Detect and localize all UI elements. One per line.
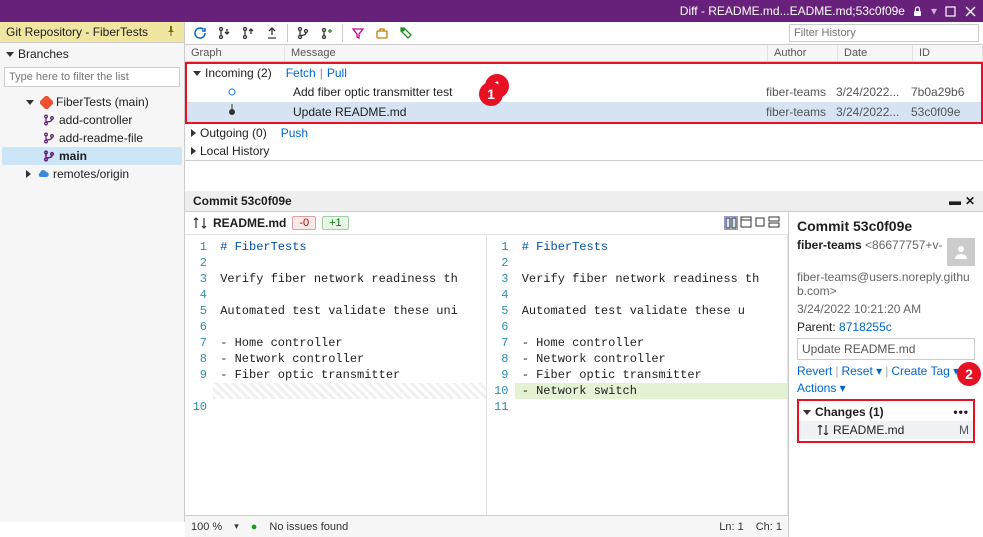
close-icon[interactable]: ✕ <box>965 194 975 208</box>
commit-row[interactable]: Add fiber optic transmitter test fiber-t… <box>187 82 981 102</box>
commit-actions: Revert| Reset ▾| Create Tag ▾ Actions ▾ … <box>797 364 975 395</box>
close-icon[interactable] <box>963 4 977 18</box>
branch-icon <box>42 113 56 127</box>
commit-row-selected[interactable]: Update README.md fiber-teams 3/24/2022..… <box>187 102 981 122</box>
branch-filter-input[interactable] <box>4 67 180 87</box>
col-indicator: Ch: 1 <box>756 521 782 533</box>
branch-add-controller[interactable]: add-controller <box>2 111 182 129</box>
status-bar: 100 %▾ ● No issues found Ln: 1 Ch: 1 <box>185 515 788 537</box>
reset-link[interactable]: Reset ▾ <box>841 364 882 378</box>
branch-tool-icon[interactable] <box>292 22 314 44</box>
branch-icon <box>42 149 56 163</box>
diff-tab-label: Diff - README.md...EADME.md;53c0f09e <box>680 4 905 18</box>
settings-icon[interactable] <box>768 216 780 230</box>
remotes-node[interactable]: remotes/origin <box>2 165 182 183</box>
commit-title: Commit 53c0f09e <box>797 218 975 234</box>
stash-icon[interactable] <box>371 22 393 44</box>
push-link[interactable]: Push <box>281 126 308 140</box>
compare-icon <box>193 217 207 229</box>
changes-box: Changes (1) ••• README.md M <box>797 399 975 443</box>
new-branch-icon[interactable] <box>316 22 338 44</box>
local-history-group[interactable]: Local History <box>185 142 983 161</box>
cloud-icon <box>36 167 50 181</box>
fetch-link[interactable]: Fetch <box>286 66 316 80</box>
zoom-level[interactable]: 100 % <box>191 521 222 533</box>
branches-header[interactable]: Branches <box>0 43 184 65</box>
branch-icon <box>42 131 56 145</box>
diff-viewer[interactable]: 12345678910 # FiberTests Verify fiber ne… <box>185 235 788 515</box>
create-tag-link[interactable]: Create Tag ▾ <box>891 364 959 378</box>
compare-icon <box>817 425 829 435</box>
git-icon <box>39 95 53 109</box>
filter-icon[interactable] <box>347 22 369 44</box>
line-indicator: Ln: 1 <box>719 521 743 533</box>
parent-link[interactable]: 8718255c <box>839 320 892 334</box>
branch-tree: FiberTests (main) add-controller add-rea… <box>0 89 184 187</box>
pull-link[interactable]: Pull <box>327 66 347 80</box>
incoming-group[interactable]: Incoming (2) Fetch | Pull <box>187 64 981 82</box>
diff-file-header: README.md -0 +1 <box>185 212 788 235</box>
annotation-2: 2 <box>957 362 981 386</box>
changed-file-row[interactable]: README.md M <box>799 421 973 439</box>
branch-add-readme[interactable]: add-readme-file <box>2 129 182 147</box>
actions-link[interactable]: Actions ▾ <box>797 381 846 395</box>
view-option-icon[interactable] <box>754 216 766 230</box>
issues-status[interactable]: No issues found <box>269 521 348 533</box>
commit-details-tab: Commit 53c0f09e ▬ ✕ <box>185 191 983 212</box>
refresh-icon[interactable] <box>189 22 211 44</box>
fetch-icon[interactable] <box>213 22 235 44</box>
commit-grid-header: Graph Message Author Date ID <box>185 45 983 62</box>
annotation-1: 1 <box>479 82 503 106</box>
titlebar: Diff - README.md...EADME.md;53c0f09e ▾ <box>0 0 983 22</box>
lock-icon <box>911 4 925 18</box>
diff-left-pane[interactable]: 12345678910 # FiberTests Verify fiber ne… <box>185 235 487 515</box>
incoming-highlight: Incoming (2) Fetch | Pull Add fiber opti… <box>185 62 983 124</box>
revert-link[interactable]: Revert <box>797 364 832 378</box>
removed-badge: -0 <box>292 216 316 230</box>
git-repository-panel: Git Repository - FiberTests Branches Fib… <box>0 22 185 522</box>
side-by-side-icon[interactable] <box>724 216 738 230</box>
branch-main[interactable]: main <box>2 147 182 165</box>
pin-icon[interactable] <box>166 26 178 38</box>
panel-tab[interactable]: Git Repository - FiberTests <box>0 22 184 43</box>
pull-icon[interactable] <box>237 22 259 44</box>
push-icon[interactable] <box>261 22 283 44</box>
added-badge: +1 <box>322 216 349 230</box>
maximize-icon[interactable] <box>943 4 957 18</box>
changes-header[interactable]: Changes (1) ••• <box>799 403 973 421</box>
file-status: M <box>959 423 969 437</box>
avatar <box>947 238 975 266</box>
tag-icon[interactable] <box>395 22 417 44</box>
filter-history-input[interactable] <box>789 24 979 42</box>
diff-right-pane[interactable]: 1234567891011 # FiberTests Verify fiber … <box>487 235 789 515</box>
repo-node[interactable]: FiberTests (main) <box>2 93 182 111</box>
commit-message: Update README.md <box>797 338 975 360</box>
panel-tab-label: Git Repository - FiberTests <box>6 25 148 39</box>
history-toolbar <box>185 22 983 45</box>
window-bar-icon[interactable]: ▬ <box>949 194 961 208</box>
more-icon[interactable]: ••• <box>953 405 969 419</box>
inline-view-icon[interactable] <box>740 216 752 230</box>
outgoing-group[interactable]: Outgoing (0) Push <box>185 124 983 142</box>
commit-date: 3/24/2022 10:21:20 AM <box>797 302 975 316</box>
commit-details-panel: Commit 53c0f09e fiber-teams <86677757+v-… <box>788 212 983 537</box>
diff-filename: README.md <box>213 216 286 230</box>
